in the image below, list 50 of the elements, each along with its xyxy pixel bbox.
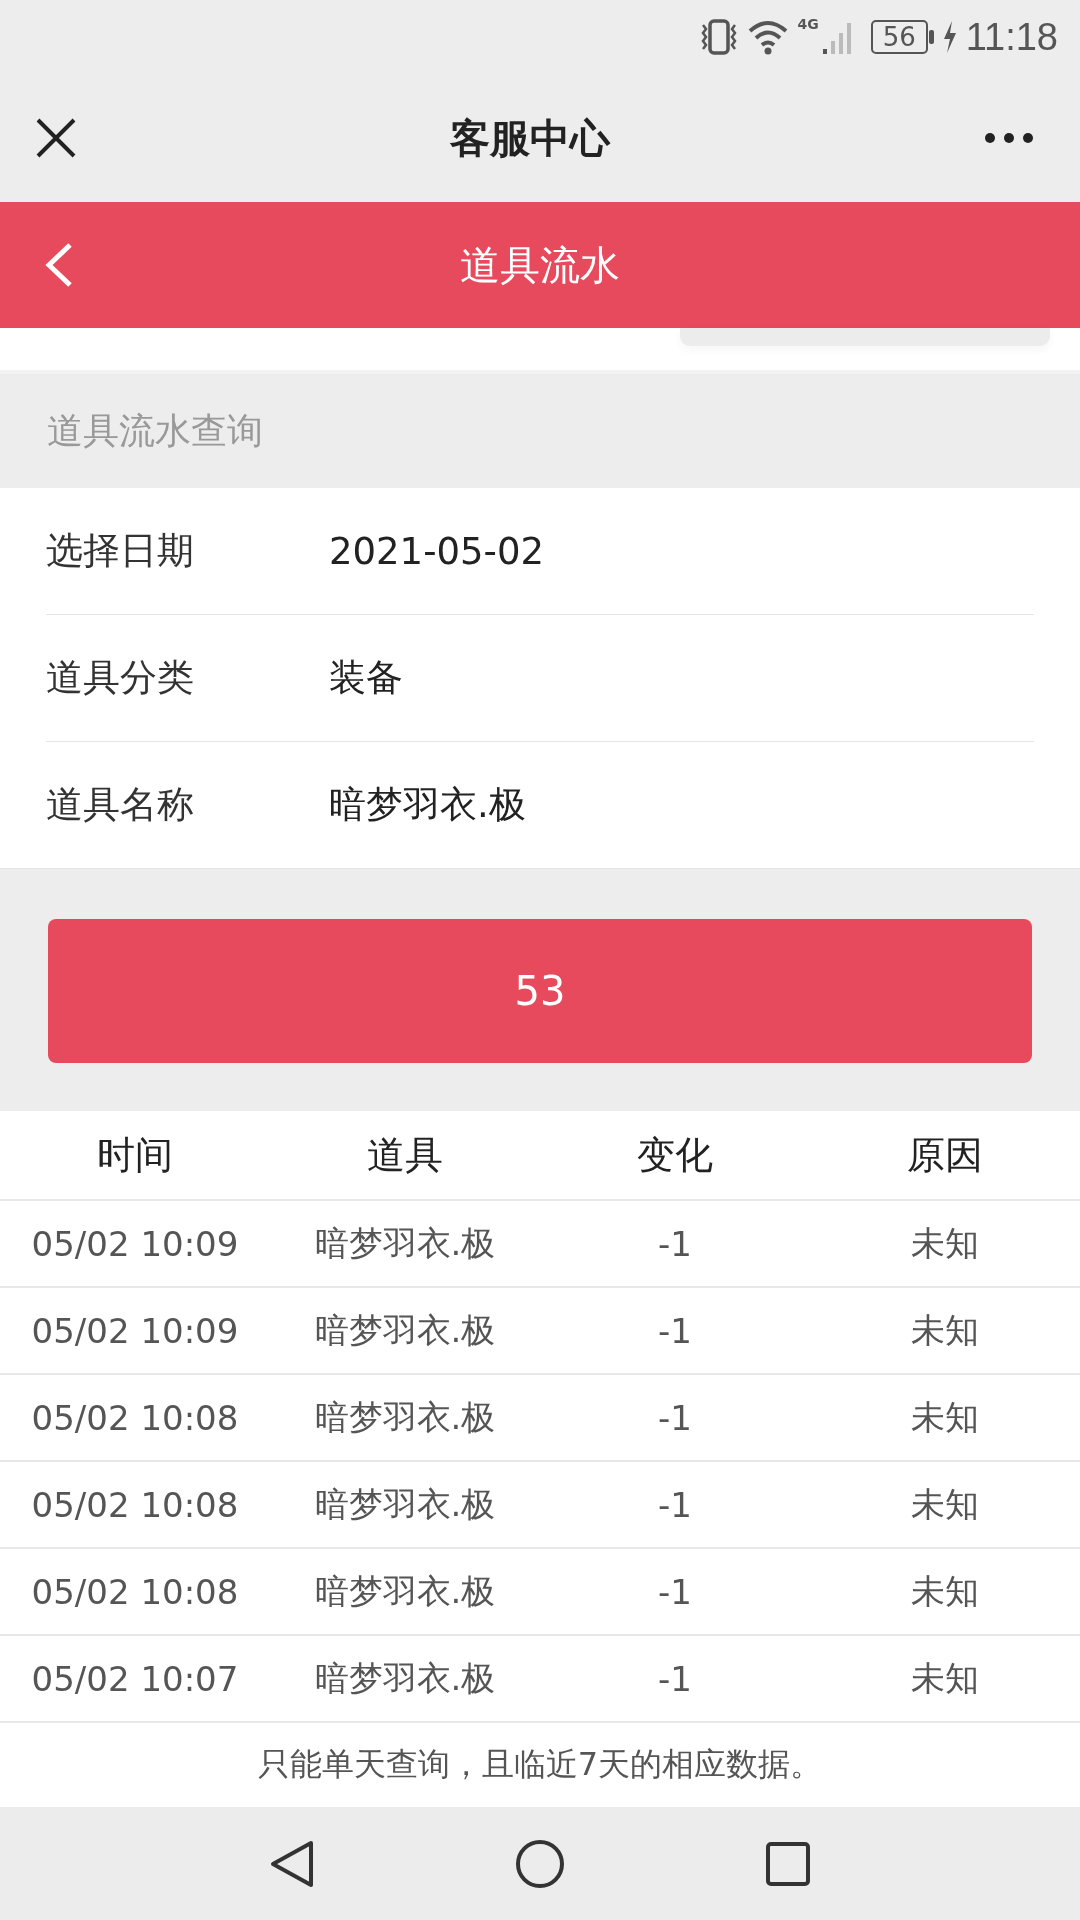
field-label: 道具名称 xyxy=(46,782,195,828)
table-cell-text: -1 xyxy=(657,1310,693,1351)
table-cell-text: 暗梦羽衣.极 xyxy=(313,1308,497,1352)
page-title: 客服中心 xyxy=(449,113,612,163)
column-header: 变化 xyxy=(636,1131,714,1179)
table-cell-text: 未知 xyxy=(910,1656,980,1700)
table-cell-text: -1 xyxy=(657,1223,693,1264)
table-cell-text: 未知 xyxy=(910,1308,980,1352)
lightning-icon xyxy=(941,20,958,54)
table-cell-text: 暗梦羽衣.极 xyxy=(313,1569,497,1613)
table-cell-text: 05/02 10:08 xyxy=(30,1571,240,1612)
field-value[interactable]: 2021-05-02 xyxy=(329,529,545,573)
table-cell-text: 05/02 10:09 xyxy=(30,1310,240,1351)
wifi-icon xyxy=(747,19,790,55)
battery-level: 56 xyxy=(870,20,928,54)
battery-tip xyxy=(928,30,934,44)
table-cell-text: 05/02 10:08 xyxy=(30,1397,240,1438)
field-value[interactable]: 装备 xyxy=(329,653,403,703)
field-label: 道具分类 xyxy=(46,655,195,701)
table-cell-text: 05/02 10:09 xyxy=(30,1223,240,1264)
table-cell-text: -1 xyxy=(657,1397,693,1438)
query-button[interactable]: 53 xyxy=(48,919,1032,1063)
table-cell-text: -1 xyxy=(657,1571,693,1612)
table-cell-text: 未知 xyxy=(910,1221,980,1265)
network-type: 4G xyxy=(797,16,819,32)
table-cell-text: 05/02 10:08 xyxy=(30,1484,240,1525)
table-cell-text: 暗梦羽衣.极 xyxy=(313,1482,497,1526)
recents-icon[interactable] xyxy=(765,1840,811,1887)
back-icon[interactable] xyxy=(269,1838,315,1889)
field-value[interactable]: 暗梦羽衣.极 xyxy=(329,780,526,830)
table-cell-text: 暗梦羽衣.极 xyxy=(313,1221,497,1265)
field-label: 选择日期 xyxy=(46,528,195,574)
header-title: 道具流水 xyxy=(459,240,621,290)
clock-time: 11:18 xyxy=(965,15,1058,59)
close-icon[interactable] xyxy=(36,118,76,158)
section-title: 道具流水查询 xyxy=(47,408,263,453)
table-cell-text: 未知 xyxy=(910,1395,980,1439)
column-header: 道具 xyxy=(366,1131,444,1179)
column-header: 时间 xyxy=(96,1131,174,1179)
table-cell-text: -1 xyxy=(657,1484,693,1525)
table-cell-text: 未知 xyxy=(910,1569,980,1613)
table-cell-text: 未知 xyxy=(910,1482,980,1526)
table-cell-text: 暗梦羽衣.极 xyxy=(313,1395,497,1439)
table-cell-text: 暗梦羽衣.极 xyxy=(313,1656,497,1700)
home-icon[interactable] xyxy=(515,1838,565,1889)
table-cell-text: 05/02 10:07 xyxy=(30,1658,240,1699)
more-icon[interactable] xyxy=(984,132,1034,144)
note-text: 只能单天查询，且临近7天的相应数据。 xyxy=(257,1744,823,1785)
column-header: 原因 xyxy=(906,1131,984,1179)
table-cell-text: -1 xyxy=(657,1658,693,1699)
